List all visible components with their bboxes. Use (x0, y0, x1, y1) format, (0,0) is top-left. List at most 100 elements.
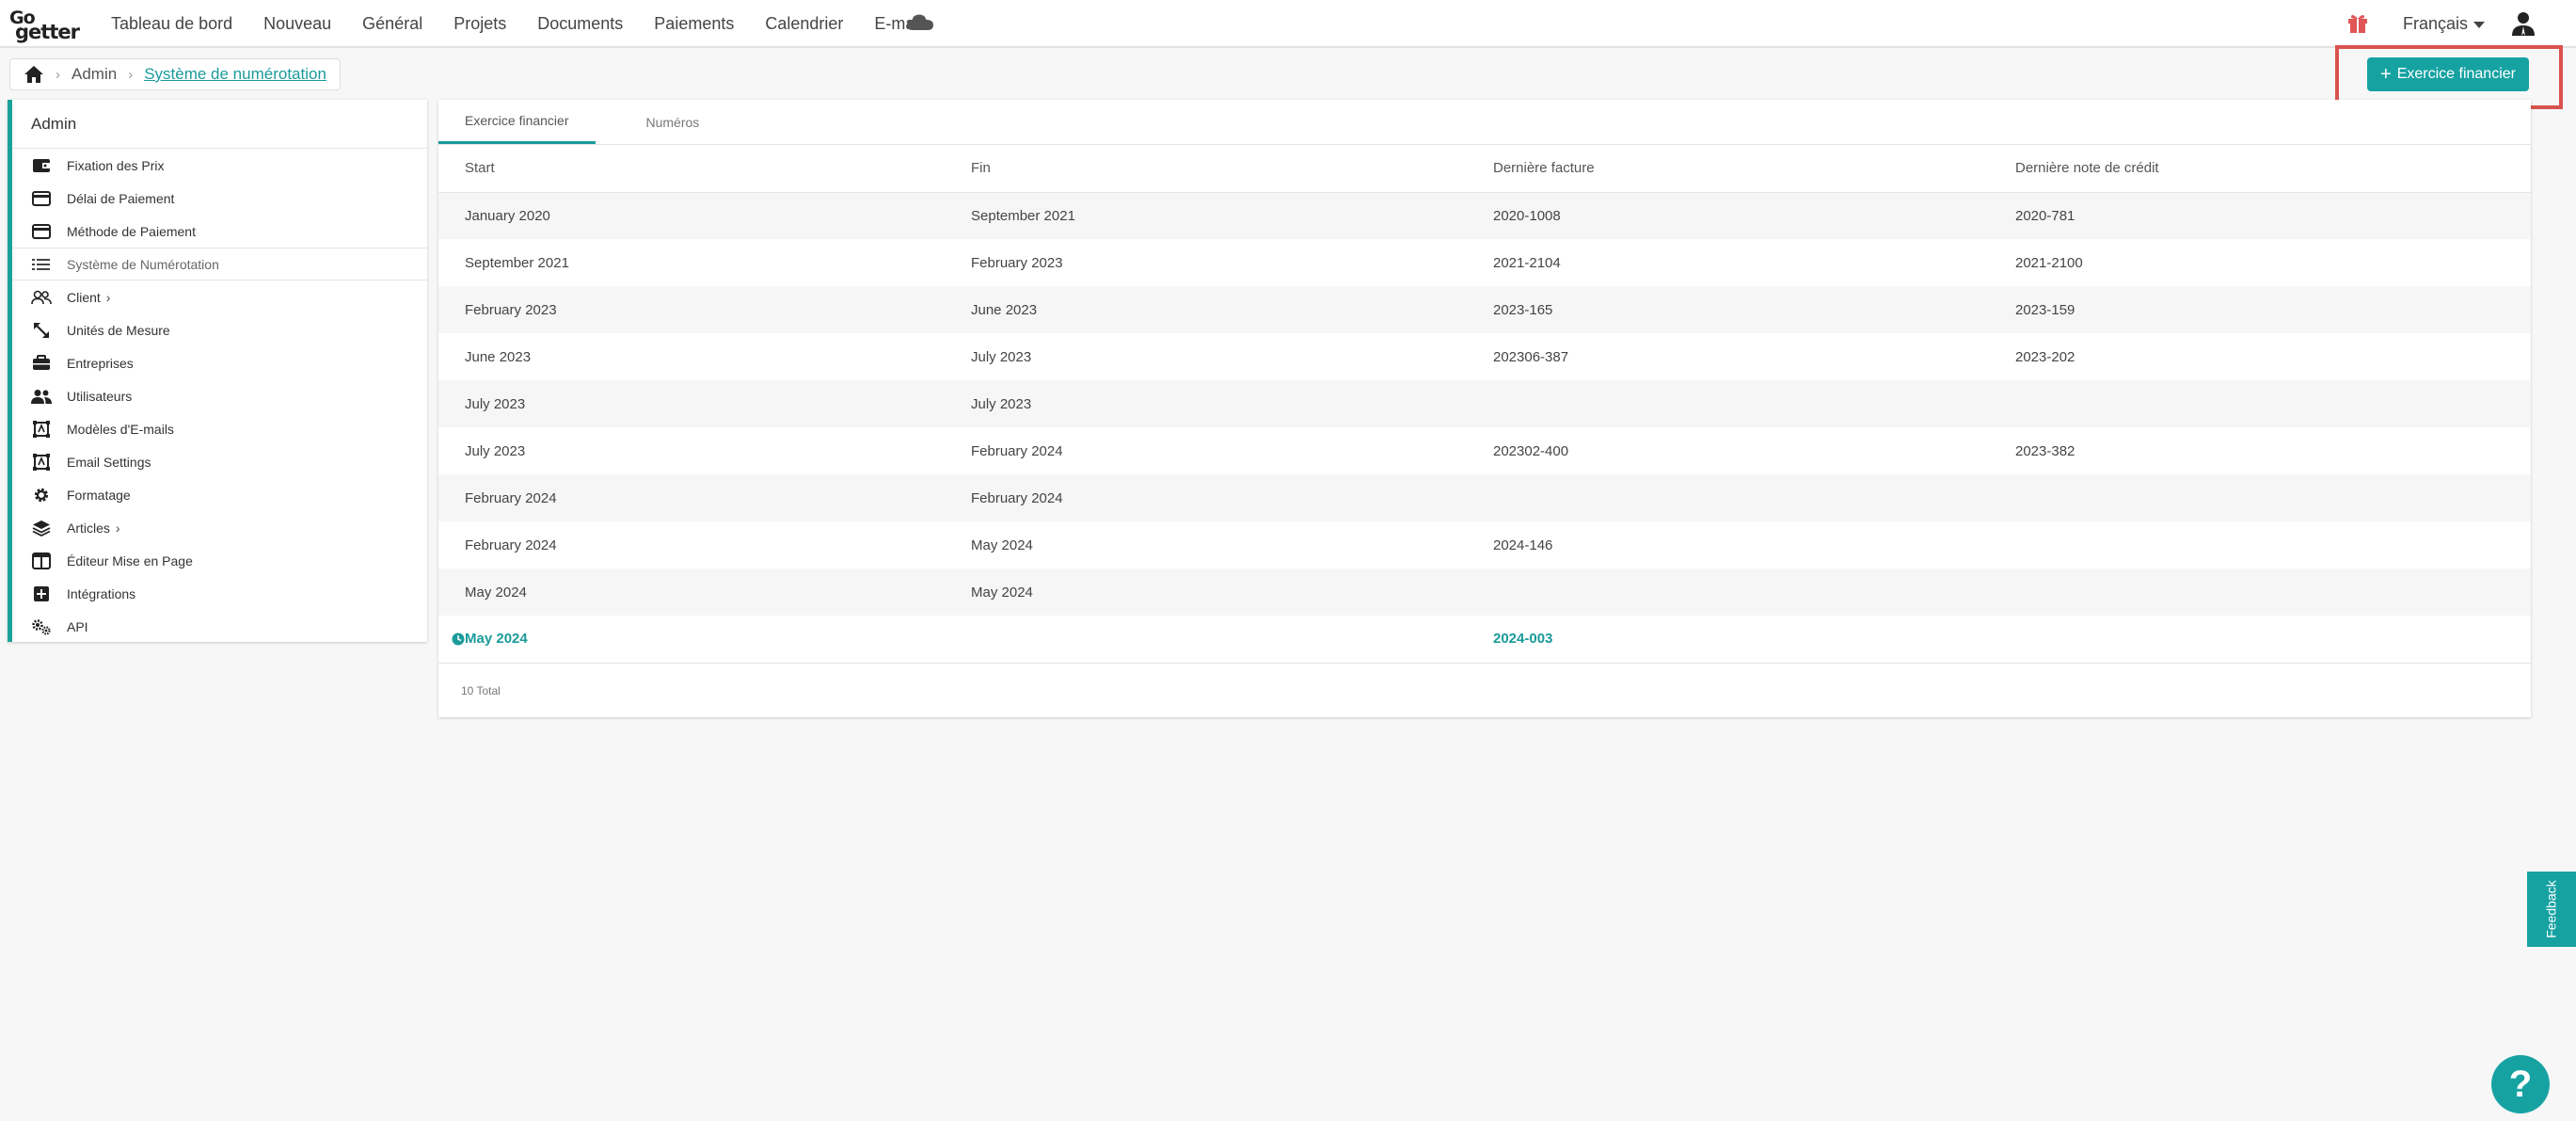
sidebar-item-email-templates[interactable]: Modèles d'E-mails (12, 412, 427, 445)
nav-tableau-de-bord[interactable]: Tableau de bord (111, 14, 232, 34)
sidebar-item-label: Client (67, 289, 101, 305)
feedback-tab[interactable]: Feedback (2527, 872, 2576, 947)
tab-exercice-financier[interactable]: Exercice financier (438, 100, 596, 144)
add-fiscal-year-button[interactable]: + Exercice financier (2367, 57, 2529, 91)
feedback-label: Feedback (2544, 880, 2560, 938)
plus-square-icon (31, 585, 52, 602)
sidebar-title: Admin (12, 100, 427, 149)
cell-end (971, 616, 1493, 664)
tabs: Exercice financier Numéros (438, 100, 2531, 145)
cell-last-invoice (1493, 569, 2015, 616)
cell-start: February 2024 (465, 474, 971, 521)
table-row[interactable]: July 2023 July 2023 (438, 380, 2531, 427)
cell-last-credit-note (2015, 569, 2531, 616)
column-header-fin[interactable]: Fin (971, 145, 1493, 193)
row-spacer (438, 474, 465, 521)
sidebar-item-label: Fixation des Prix (67, 157, 165, 173)
table-total-count: 10 Total (461, 684, 501, 697)
sidebar-item-client[interactable]: Client › (12, 280, 427, 313)
breadcrumb: › Admin › Système de numérotation (9, 58, 341, 90)
template-icon (31, 420, 52, 438)
row-spacer (438, 239, 465, 286)
nav-paiements[interactable]: Paiements (654, 14, 734, 34)
sidebar-item-payment-method[interactable]: Méthode de Paiement (12, 215, 427, 248)
sidebar-item-label: Formatage (67, 487, 131, 503)
credit-card-icon (31, 190, 52, 207)
tab-numeros[interactable]: Numéros (620, 100, 726, 144)
column-header-start[interactable]: Start (465, 145, 971, 193)
sidebar-item-label: API (67, 618, 88, 634)
sidebar-item-users[interactable]: Utilisateurs (12, 379, 427, 412)
sidebar-item-layout-editor[interactable]: Éditeur Mise en Page (12, 544, 427, 577)
sidebar-item-label: Délai de Paiement (67, 190, 175, 206)
cell-last-credit-note (2015, 521, 2531, 569)
logo-text-bottom: getter (15, 21, 80, 43)
sidebar-item-api[interactable]: API (12, 610, 427, 643)
table-row[interactable]: May 2024 May 2024 (438, 569, 2531, 616)
gift-icon[interactable] (2346, 12, 2369, 35)
sidebar-item-label: Méthode de Paiement (67, 223, 196, 239)
cell-last-credit-note (2015, 474, 2531, 521)
table-row-current[interactable]: May 2024 2024-003 (438, 616, 2531, 664)
cell-end: July 2023 (971, 380, 1493, 427)
cell-start: February 2023 (465, 286, 971, 333)
add-fiscal-year-label: Exercice financier (2396, 66, 2516, 82)
sidebar-item-label: Modèles d'E-mails (67, 421, 174, 437)
language-label: Français (2403, 14, 2469, 33)
sidebar-item-email-settings[interactable]: Email Settings (12, 445, 427, 478)
sidebar-item-numbering-system[interactable]: Système de Numérotation (12, 248, 427, 280)
table-row[interactable]: September 2021 February 2023 2021-2104 2… (438, 239, 2531, 286)
table-row[interactable]: February 2023 June 2023 2023-165 2023-15… (438, 286, 2531, 333)
chevron-right-icon: › (115, 520, 120, 536)
gears-icon (31, 618, 52, 635)
sidebar-item-pricing[interactable]: Fixation des Prix (12, 149, 427, 182)
cell-last-invoice: 202302-400 (1493, 442, 1569, 459)
sidebar-item-label: Intégrations (67, 585, 136, 601)
table-row[interactable]: February 2024 February 2024 (438, 474, 2531, 521)
sidebar-item-label: Articles (67, 520, 110, 536)
breadcrumb-admin[interactable]: Admin (72, 65, 117, 84)
breadcrumb-current[interactable]: Système de numérotation (144, 65, 326, 84)
sidebar-item-articles[interactable]: Articles › (12, 511, 427, 544)
column-header-last-credit-note[interactable]: Dernière note de crédit (2015, 145, 2531, 193)
nav-projets[interactable]: Projets (453, 14, 506, 34)
nav-documents[interactable]: Documents (537, 14, 623, 34)
sidebar-item-formatting[interactable]: Formatage (12, 478, 427, 511)
cell-last-invoice (1493, 380, 2015, 427)
cell-last-credit-note: 2023-382 (2015, 442, 2075, 459)
table-row[interactable]: February 2024 May 2024 2024-146 (438, 521, 2531, 569)
table-row[interactable]: January 2020 September 2021 2020-1008 20… (438, 192, 2531, 239)
table-row[interactable]: July 2023 February 2024 202302-400 2023-… (438, 427, 2531, 474)
cloud-icon[interactable] (906, 13, 934, 32)
table-header-row: Start Fin Dernière facture Dernière note… (438, 145, 2531, 193)
row-status-cell (438, 616, 465, 664)
home-icon[interactable] (24, 65, 44, 84)
sidebar-item-companies[interactable]: Entreprises (12, 346, 427, 379)
nav-nouveau[interactable]: Nouveau (263, 14, 331, 34)
question-mark-icon: ? (2508, 1063, 2533, 1105)
help-button[interactable]: ? (2491, 1055, 2550, 1113)
language-selector[interactable]: Français (2403, 14, 2486, 34)
cell-end: June 2023 (971, 286, 1493, 333)
nav-general[interactable]: Général (362, 14, 422, 34)
cell-last-invoice: 2023-165 (1493, 286, 2015, 333)
column-header-last-invoice[interactable]: Dernière facture (1493, 145, 2015, 193)
caret-down-icon (2473, 21, 2486, 28)
sidebar-item-payment-terms[interactable]: Délai de Paiement (12, 182, 427, 215)
sidebar-item-integrations[interactable]: Intégrations (12, 577, 427, 610)
gear-icon (31, 487, 52, 504)
sidebar-item-units[interactable]: Unités de Mesure (12, 313, 427, 346)
row-spacer (438, 192, 465, 239)
sidebar-item-label: Utilisateurs (67, 388, 133, 404)
cell-end: February 2024 (971, 474, 1493, 521)
user-icon[interactable] (2510, 10, 2536, 37)
table-row[interactable]: June 2023 July 2023 202306-387 2023-202 (438, 333, 2531, 380)
gogetter-logo[interactable]: Go getter (9, 8, 83, 43)
row-spacer (438, 286, 465, 333)
cell-last-invoice: 202306-387 (1493, 348, 1569, 365)
sidebar-item-label: Entreprises (67, 355, 134, 371)
fiscal-years-table: Start Fin Dernière facture Dernière note… (438, 145, 2531, 664)
briefcase-icon (31, 355, 52, 372)
admin-sidebar: Admin Fixation des Prix Délai de Paiemen… (8, 100, 427, 642)
nav-calendrier[interactable]: Calendrier (765, 14, 843, 34)
